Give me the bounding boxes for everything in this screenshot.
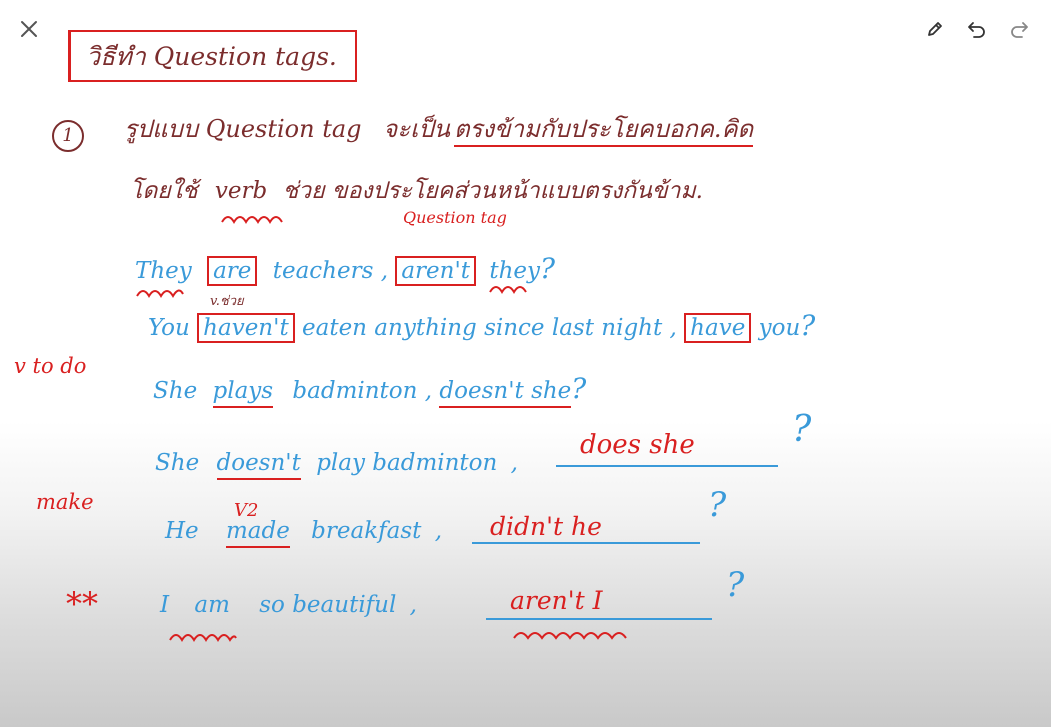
redo-icon	[1011, 22, 1028, 38]
rule-line2: โดยใช้ verb ช่วย ของประโยคส่วนหน้าแบบตรง…	[130, 178, 703, 204]
close-button[interactable]	[14, 14, 44, 44]
rule-line1: รูปแบบ Question tag จะเป็น ตรงข้ามกับประโ…	[124, 115, 754, 147]
i-am-squiggle	[169, 634, 237, 642]
number-circle: 1	[52, 120, 84, 152]
example-4: She doesn't play badminton ,	[155, 450, 518, 480]
aux-note: v.ช่วย	[210, 294, 244, 309]
example-1: They are teachers , aren't they?	[135, 252, 556, 286]
example-4-blank	[556, 465, 778, 467]
example-3: She plays badminton , doesn't she?	[153, 375, 586, 408]
margin-note-stars: **	[66, 585, 98, 623]
undo-button[interactable]	[962, 14, 992, 44]
example-4-tag: does she	[580, 430, 695, 460]
example-5: He made breakfast ,	[165, 518, 442, 548]
question-tag-label: Question tag	[403, 208, 507, 227]
page-title: วิธีทำ Question tags.	[86, 42, 337, 71]
redo-button[interactable]	[1004, 14, 1034, 44]
they-tag-squiggle	[489, 286, 527, 294]
margin-note-v-to-do: v to do	[14, 354, 87, 378]
verb-squiggle	[221, 216, 283, 224]
example-5-question-mark: ?	[708, 485, 727, 525]
edit-button[interactable]	[920, 14, 950, 44]
example-5-tag: didn't he	[490, 512, 602, 541]
close-icon	[21, 21, 37, 37]
pencil-icon	[928, 22, 942, 36]
example-2: You haven't eaten anything since last ni…	[148, 309, 816, 343]
example-6: I am so beautiful ,	[160, 592, 417, 618]
example-6-question-mark: ?	[726, 565, 745, 605]
they-squiggle	[136, 289, 184, 298]
example-6-blank	[486, 618, 712, 620]
example-5-blank	[472, 542, 700, 544]
undo-icon	[968, 22, 985, 38]
margin-note-make: make	[36, 490, 94, 514]
example-6-tag: aren't I	[510, 586, 603, 615]
tag-squiggle	[513, 632, 627, 640]
example-4-question-mark: ?	[792, 409, 812, 450]
